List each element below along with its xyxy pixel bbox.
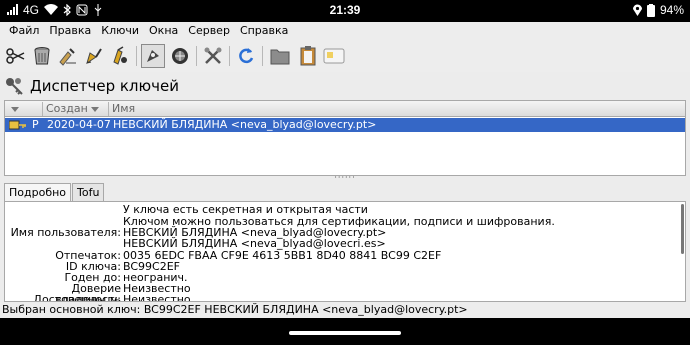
clipboard-icon [300,46,316,66]
toolbar-separator [229,46,230,66]
refresh-button[interactable] [234,44,258,68]
new-key-button[interactable] [4,44,28,68]
key-manager-icon [147,50,159,62]
location-icon [632,4,642,16]
details-scrollbar[interactable] [681,204,684,254]
key-name: НЕВСКИЙ БЛЯДИНА <neva_blyad@lovecry.pt> [113,118,377,131]
preferences-button[interactable] [201,44,225,68]
toolbar-separator [262,46,263,66]
clipboard-button[interactable] [296,44,320,68]
menu-help[interactable]: Справка [235,22,293,40]
key-manager-button[interactable] [141,44,165,68]
user-id-label: Имя пользователя: [10,226,121,239]
export-key-button[interactable] [82,44,106,68]
menu-server[interactable]: Сервер [183,22,235,40]
key-created: 2020-04-07 [47,118,111,131]
pen-icon [86,48,102,65]
keys-icon [6,78,23,95]
sort-arrow-icon [90,106,99,112]
column-header-type[interactable] [5,102,43,116]
tab-tofu[interactable]: Tofu [72,183,105,201]
key-secret-info: У ключа есть секретная и открытая части [123,203,368,216]
pane-splitter[interactable]: ······ [0,174,690,182]
details-panel: У ключа есть секретная и открытая части … [4,201,686,302]
window-header: Диспетчер ключей [0,72,690,100]
toolbar-separator [136,46,137,66]
menu-file[interactable]: Файл [4,22,44,40]
notepad-button[interactable] [322,44,346,68]
menu-windows[interactable]: Окна [144,22,183,40]
clock: 21:39 [329,3,361,17]
battery-icon [646,3,655,17]
note-icon [323,48,345,64]
key-validity-label: Достоверность ключа: [33,293,121,302]
trash-icon [34,47,50,65]
menu-edit[interactable]: Правка [44,22,96,40]
key-type: P [32,118,39,131]
key-pair-icon [9,120,26,130]
key-validity-value: Неизвестно [123,293,191,302]
column-header-created[interactable]: Создан [43,102,109,116]
sign-key-button[interactable] [56,44,80,68]
scissors-icon [6,48,25,64]
sign-icon [59,48,76,66]
menu-bar: Файл Правка Ключи Окна Сервер Справка [0,22,690,40]
home-gesture-handle[interactable] [289,331,401,335]
detail-tabs: Подробно Tofu [4,183,105,201]
open-file-button[interactable] [268,44,292,68]
table-row[interactable]: P 2020-04-07 НЕВСКИЙ БЛЯДИНА <neva_blyad… [5,118,685,132]
menu-keys[interactable]: Ключи [96,22,144,40]
column-header-name[interactable]: Имя [109,102,685,116]
tab-details[interactable]: Подробно [4,183,72,201]
refresh-icon [239,48,254,64]
page-title: Диспетчер ключей [30,77,179,95]
toolbar-separator [196,46,197,66]
folder-icon [270,49,290,65]
delete-key-button[interactable] [30,44,54,68]
sort-arrow-icon [11,106,19,112]
globe-icon [172,48,188,64]
import-key-button[interactable] [108,44,132,68]
system-status-bar: 4G 21:39 94% [0,0,690,22]
navigation-bar [0,318,690,345]
toolbar [0,40,690,72]
card-manager-button[interactable] [168,44,192,68]
tools-icon [204,47,222,64]
battery-level: 94% [659,3,684,17]
status-bar: Выбран основной ключ: BC99C2EF НЕВСКИЙ Б… [0,302,690,318]
table-header: Создан Имя [5,101,685,117]
user-id-2: НЕВСКИЙ БЛЯДИНА <neva_blyad@lovecri.es> [123,237,386,250]
key-pen-icon [113,46,127,65]
key-list: Создан Имя P 2020-04-07 НЕВСКИЙ БЛЯДИНА … [4,100,686,176]
